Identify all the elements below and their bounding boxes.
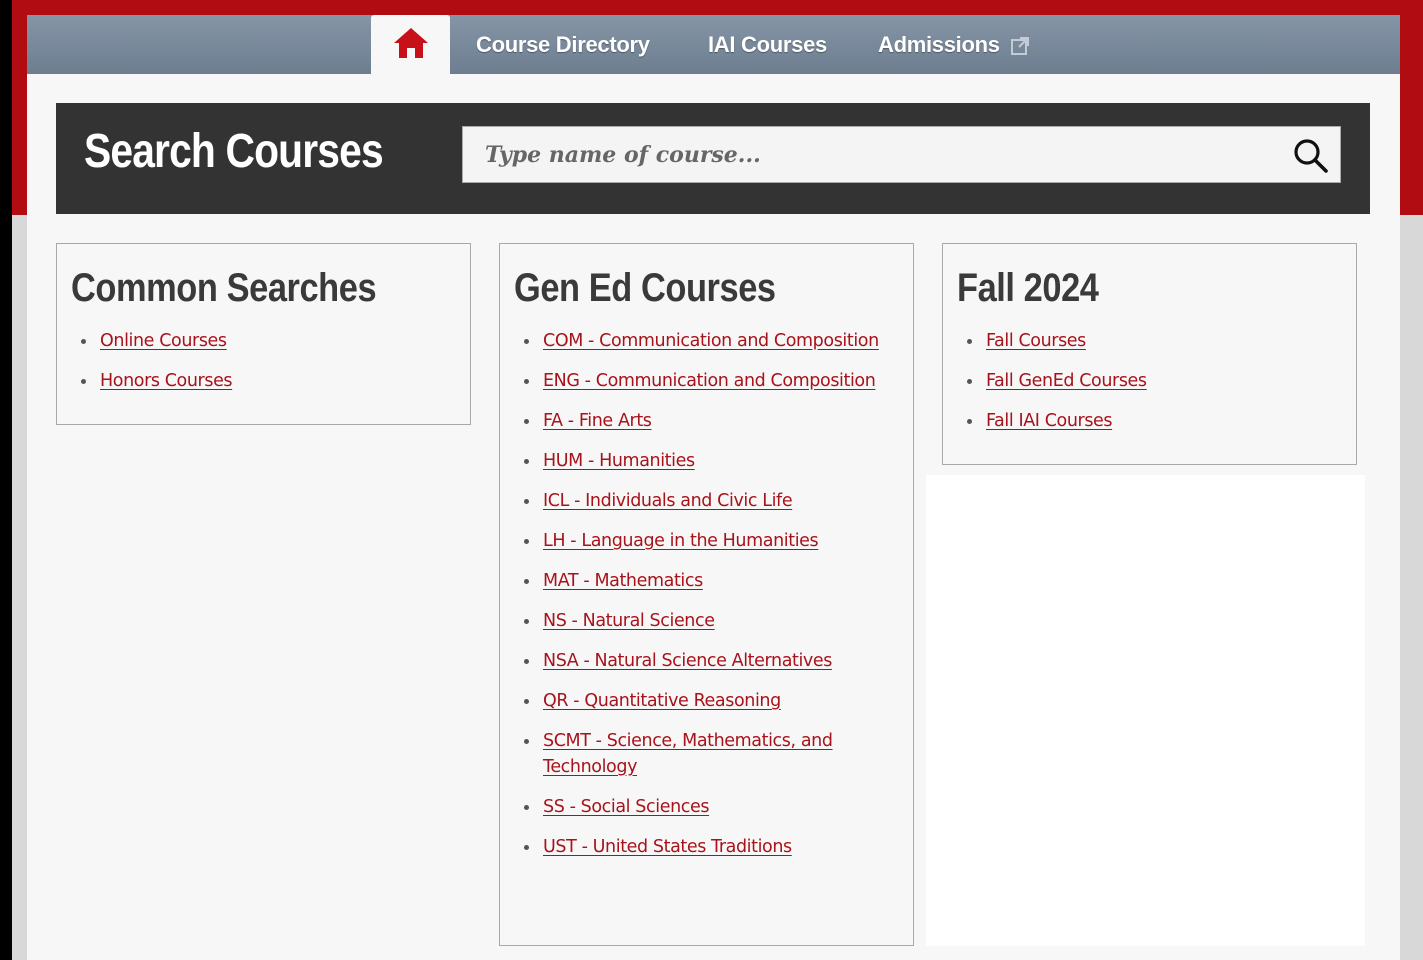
- common-searches-title: Common Searches: [71, 266, 377, 310]
- link-fall-courses[interactable]: Fall Courses: [986, 331, 1086, 351]
- content-placeholder: [926, 475, 1365, 946]
- common-searches-list: Online Courses Honors Courses: [79, 328, 459, 408]
- link-online-courses[interactable]: Online Courses: [100, 331, 227, 351]
- external-link-icon: [1010, 35, 1030, 55]
- link-com[interactable]: COM - Communication and Composition: [543, 331, 879, 351]
- home-icon: [392, 26, 430, 64]
- list-item: QR - Quantitative Reasoning: [522, 688, 902, 714]
- link-lh[interactable]: LH - Language in the Humanities: [543, 531, 819, 551]
- link-fall-iai-courses[interactable]: Fall IAI Courses: [986, 411, 1113, 431]
- search-box: [462, 126, 1341, 183]
- fall-2024-card: Fall 2024 Fall Courses Fall GenEd Course…: [942, 243, 1357, 465]
- link-hum[interactable]: HUM - Humanities: [543, 451, 695, 471]
- common-searches-card: Common Searches Online Courses Honors Co…: [56, 243, 471, 425]
- fall-2024-list: Fall Courses Fall GenEd Courses Fall IAI…: [965, 328, 1345, 448]
- list-item: Honors Courses: [79, 368, 459, 394]
- list-item: Fall IAI Courses: [965, 408, 1345, 434]
- link-nsa[interactable]: NSA - Natural Science Alternatives: [543, 651, 832, 671]
- list-item: SS - Social Sciences: [522, 794, 902, 820]
- list-item: HUM - Humanities: [522, 448, 902, 474]
- list-item: MAT - Mathematics: [522, 568, 902, 594]
- link-scmt[interactable]: SCMT - Science, Mathematics, and Technol…: [543, 731, 833, 777]
- fall-2024-title: Fall 2024: [957, 266, 1099, 310]
- main-frame: Course Directory IAI Courses Admissions …: [27, 15, 1400, 960]
- list-item: Fall GenEd Courses: [965, 368, 1345, 394]
- gen-ed-courses-list: COM - Communication and Composition ENG …: [522, 328, 902, 874]
- link-honors-courses[interactable]: Honors Courses: [100, 371, 233, 391]
- search-icon[interactable]: [1292, 137, 1330, 175]
- link-icl[interactable]: ICL - Individuals and Civic Life: [543, 491, 793, 511]
- home-tab[interactable]: [371, 15, 450, 74]
- gen-ed-courses-card: Gen Ed Courses COM - Communication and C…: [499, 243, 914, 946]
- gen-ed-courses-title: Gen Ed Courses: [514, 266, 776, 310]
- list-item: FA - Fine Arts: [522, 408, 902, 434]
- link-ns[interactable]: NS - Natural Science: [543, 611, 715, 631]
- link-fall-gened-courses[interactable]: Fall GenEd Courses: [986, 371, 1147, 391]
- list-item: ENG - Communication and Composition: [522, 368, 902, 394]
- top-navigation: Course Directory IAI Courses Admissions: [27, 15, 1400, 74]
- link-eng[interactable]: ENG - Communication and Composition: [543, 371, 876, 391]
- nav-admissions[interactable]: Admissions: [878, 31, 1030, 59]
- nav-iai-courses[interactable]: IAI Courses: [708, 31, 827, 59]
- search-panel: Search Courses: [56, 103, 1370, 214]
- link-ust[interactable]: UST - United States Traditions: [543, 837, 792, 857]
- list-item: Fall Courses: [965, 328, 1345, 354]
- list-item: NSA - Natural Science Alternatives: [522, 648, 902, 674]
- search-input[interactable]: [463, 127, 1283, 182]
- list-item: NS - Natural Science: [522, 608, 902, 634]
- nav-admissions-label: Admissions: [878, 32, 1000, 57]
- search-title: Search Courses: [84, 125, 384, 178]
- nav-course-directory[interactable]: Course Directory: [476, 31, 650, 59]
- link-mat[interactable]: MAT - Mathematics: [543, 571, 703, 591]
- list-item: Online Courses: [79, 328, 459, 354]
- list-item: COM - Communication and Composition: [522, 328, 902, 354]
- list-item: LH - Language in the Humanities: [522, 528, 902, 554]
- list-item: SCMT - Science, Mathematics, and Technol…: [522, 728, 902, 780]
- link-qr[interactable]: QR - Quantitative Reasoning: [543, 691, 781, 711]
- list-item: ICL - Individuals and Civic Life: [522, 488, 902, 514]
- link-fa[interactable]: FA - Fine Arts: [543, 411, 652, 431]
- list-item: UST - United States Traditions: [522, 834, 902, 860]
- link-ss[interactable]: SS - Social Sciences: [543, 797, 709, 817]
